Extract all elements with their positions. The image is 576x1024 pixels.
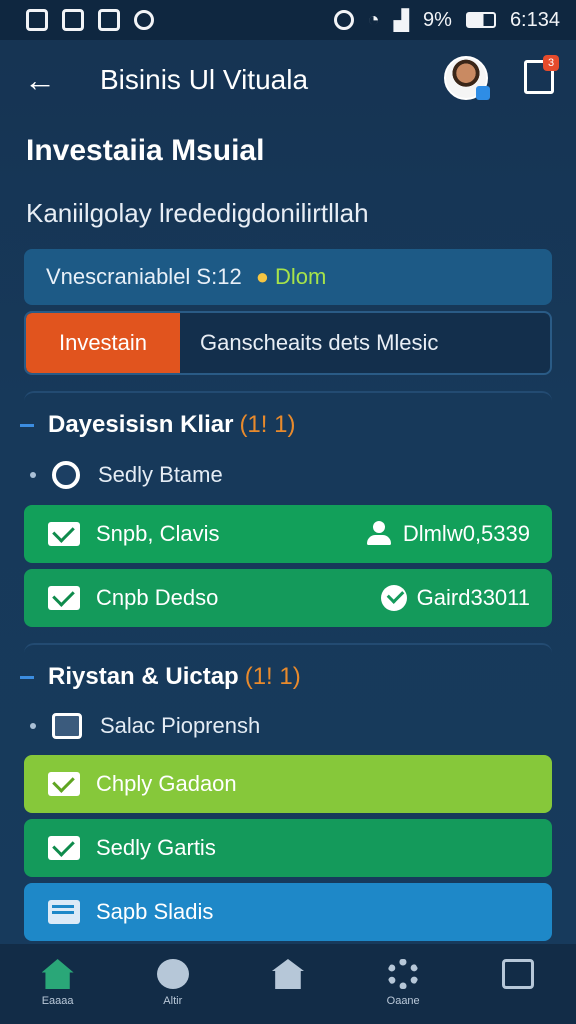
nav-label: Oaane [386,995,420,1007]
card-right: Gaird33011 [380,585,530,611]
nav-label: Eaaaa [41,995,74,1007]
section-1-card-1[interactable]: Snpb, Clavis Dlmlw0,5339 [24,505,552,563]
nav-item-settings[interactable]: Oaane [363,959,443,1009]
house-icon [271,959,304,989]
invest-field[interactable]: Ganscheaits dets Mlesic [180,313,550,373]
card-label: Snpb, Clavis [96,521,220,546]
notifications-button[interactable]: 3 [524,55,559,94]
check-circle-icon [380,585,407,611]
invest-button[interactable]: Investain [26,313,180,373]
battery-icon [465,12,496,28]
document-icon [98,9,120,31]
wifi-icon: ◔ [367,8,380,31]
status-time: 6:134 [509,8,560,31]
app-title: Bisinis Ul Vituala [100,64,309,95]
card-label: Cnpb Dedso [96,585,219,610]
envelope-check-icon [48,586,80,610]
section-2: Riystan & Uictap (1! 1) Salac Pioprensh C… [20,643,552,941]
app-bar: ← Bisinis Ul Vituala 3 [0,40,576,120]
envelope-check-icon [48,522,80,546]
notification-badge: 3 [543,55,559,71]
alarm-icon [333,10,354,30]
card-label: Sedly Gartis [96,835,216,860]
bullet-dot [30,472,36,478]
checkbox-icon [52,713,82,739]
card-label: Chply Gadaon [96,771,237,796]
lightbulb-icon: ● [255,264,269,289]
home-icon [41,959,74,989]
section-1-subitem-label: Sedly Btame [98,462,223,487]
section-2-subitem-label: Salac Pioprensh [100,713,261,738]
section-2-card-1[interactable]: Chply Gadaon [24,755,552,813]
info-bar[interactable]: Vnescraniablel S:12 ● Dlom [24,249,552,305]
invest-input-row: Investain Ganscheaits dets Mlesic [24,311,552,375]
battery-percent: 9% [423,8,452,31]
list-icon [48,900,80,924]
settings-icon [387,959,420,989]
section-1-title-text: Dayesisisn Kliar [48,411,234,438]
card-value: Gaird33011 [416,585,530,610]
image-icon [62,9,84,31]
section-1-title: Dayesisisn Kliar (1! 1) [20,411,552,439]
avatar-status-badge [476,86,490,100]
info-bar-accent: Dlom [274,264,327,289]
status-bar-left [26,9,154,31]
info-bar-text: Vnescraniablel S:12 [46,264,242,289]
avatar[interactable] [444,56,490,100]
section-1-subitem[interactable]: Sedly Btame [24,461,552,489]
bottom-nav: Eaaaa Altir Oaane [0,944,576,1024]
card-right: Dlmlw0,5339 [365,521,530,547]
section-2-count: (1! 1) [244,663,301,690]
section-2-card-2[interactable]: Sedly Gartis [24,819,552,877]
arrow-left-icon[interactable]: ← [24,62,64,99]
shield-check-icon [48,836,80,860]
card-value: Dlmlw0,5339 [402,521,530,546]
location-pin-icon [52,461,80,489]
section-1-card-2[interactable]: Cnpb Dedso Gaird33011 [24,569,552,627]
section-1-count: (1! 1) [239,411,296,438]
status-bar: ◔ ▟ 9% 6:134 [0,0,576,40]
section-2-title: Riystan & Uictap (1! 1) [20,663,552,691]
status-bar-right: ◔ ▟ 9% 6:134 [333,8,560,33]
page-subtitle: Kaniilgolay lrededigdonilirtllah [26,198,369,228]
section-2-subitem[interactable]: Salac Pioprensh [24,713,552,739]
nav-item-house[interactable] [248,959,328,1009]
nav-item-chat[interactable]: Altir [133,959,213,1009]
message-icon [502,959,535,989]
sync-icon [134,10,154,30]
section-1: Dayesisisn Kliar (1! 1) Sedly Btame Snpb,… [20,391,552,627]
section-2-title-text: Riystan & Uictap [48,663,239,690]
nav-item-home[interactable]: Eaaaa [18,959,98,1009]
card-label: Sapb Sladis [96,899,214,924]
nav-label: Altir [163,995,183,1007]
bullet-dot [30,723,36,729]
envelope-check-icon [48,772,80,796]
page-title: Investaiia Msuial [26,134,265,167]
chat-icon [156,959,189,989]
sim-icon [26,9,48,31]
person-icon [365,521,393,547]
section-2-card-3[interactable]: Sapb Sladis [24,883,552,941]
signal-icon: ▟ [393,9,410,32]
nav-item-messages[interactable] [478,959,558,1009]
